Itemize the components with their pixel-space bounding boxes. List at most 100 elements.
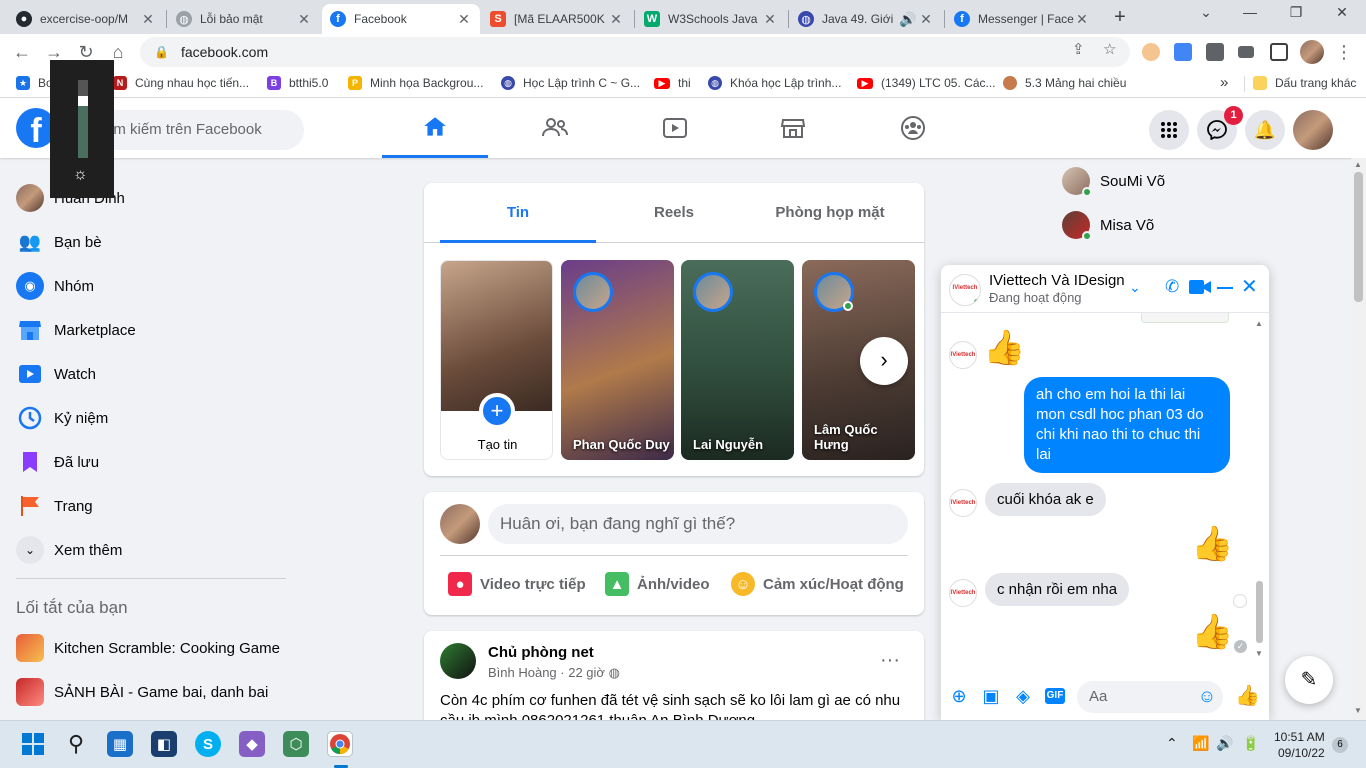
nav-home-tab[interactable] <box>382 98 488 158</box>
message-bubble-received[interactable]: cuối khóa ak e <box>985 483 1106 516</box>
sidebar-item-friends[interactable]: 👥 Bạn bè <box>8 220 298 264</box>
tab-reels[interactable]: Reels <box>596 183 752 243</box>
new-message-button[interactable]: ✎ <box>1285 656 1333 704</box>
story-card[interactable]: Lai Nguyễn <box>681 260 794 460</box>
close-window-button[interactable]: ✕ <box>1320 4 1364 21</box>
side-panel-icon[interactable] <box>1270 43 1288 61</box>
plus-circle-icon[interactable]: ⊕ <box>949 686 969 706</box>
extensions-puzzle-icon[interactable] <box>1206 43 1224 61</box>
scrollbar-thumb[interactable] <box>1354 172 1363 302</box>
new-tab-button[interactable]: + <box>1108 5 1132 29</box>
minimize-chat-icon[interactable] <box>1217 287 1233 289</box>
search-icon[interactable]: ⚲ <box>63 731 89 757</box>
add-story-icon[interactable]: + <box>479 393 515 429</box>
brightness-slider-handle[interactable] <box>78 96 88 106</box>
chat-header[interactable]: IViettech IViettech Và IDesign Đang hoạt… <box>941 265 1269 313</box>
lock-icon[interactable]: 🔒 <box>154 45 169 59</box>
post-time[interactable]: 22 giờ <box>568 665 605 680</box>
gif-icon[interactable]: GIF <box>1045 688 1065 704</box>
tab-stories[interactable]: Tin <box>440 183 596 243</box>
emoji-icon[interactable]: ☺ <box>1197 686 1217 706</box>
sidebar-item-saved[interactable]: Đã lưu <box>8 440 298 484</box>
windows-start-icon[interactable] <box>20 731 46 757</box>
bookmark-item[interactable]: N Cùng nhau học tiến... <box>113 76 249 90</box>
contact-item[interactable]: Misa Võ <box>1062 207 1154 243</box>
bookmark-item[interactable]: P Minh họa Backgrou... <box>348 76 483 90</box>
bookmarks-overflow-button[interactable]: » <box>1220 74 1228 91</box>
chat-scrollbar[interactable]: ▲ ▼ <box>1255 315 1265 659</box>
message-bubble-received[interactable]: c nhận rồi em nha <box>985 573 1130 606</box>
message-bubble-sent[interactable]: ah cho em hoi la thi lai mon csdl hoc ph… <box>1024 377 1230 473</box>
account-avatar[interactable] <box>1293 110 1333 150</box>
tab-search-icon[interactable]: ⌄ <box>1184 4 1228 21</box>
post-author[interactable]: Bình Hoàng <box>488 665 557 680</box>
share-icon[interactable]: ⇪ <box>1072 40 1085 58</box>
browser-tab[interactable]: ● excercise-oop/M ✕ <box>8 4 164 34</box>
sidebar-item-marketplace[interactable]: Marketplace <box>8 308 298 352</box>
feeling-activity-button[interactable]: ☺ Cảm xúc/Hoạt động <box>731 572 904 596</box>
close-chat-icon[interactable]: ✕ <box>1241 277 1258 297</box>
create-story-card[interactable]: + Tạo tin <box>440 260 553 460</box>
shortcut-item[interactable]: Kitchen Scramble: Cooking Game <box>8 626 298 670</box>
browser-tab-active[interactable]: f Facebook ✕ <box>322 4 480 34</box>
brightness-slider[interactable] <box>78 80 88 158</box>
close-icon[interactable]: ✕ <box>608 11 624 28</box>
close-icon[interactable]: ✕ <box>456 11 472 28</box>
netbeans-icon[interactable]: ◧ <box>151 731 177 757</box>
nav-marketplace-tab[interactable] <box>740 98 846 158</box>
live-video-button[interactable]: ● Video trực tiếp <box>448 572 586 596</box>
close-icon[interactable]: ✕ <box>762 11 778 28</box>
browser-tab[interactable]: f Messenger | Face ✕ <box>946 4 1098 34</box>
bookmark-item[interactable]: ◍ Khóa học Lập trình... <box>708 76 841 90</box>
bookmark-item[interactable]: ★ Bo <box>16 76 53 90</box>
stories-next-button[interactable]: › <box>860 337 908 385</box>
nav-groups-tab[interactable] <box>860 98 966 158</box>
sidebar-item-see-more[interactable]: ⌄ Xem thêm <box>8 528 298 572</box>
wifi-icon[interactable]: 📶 <box>1192 735 1209 752</box>
sidebar-item-groups[interactable]: ◉ Nhóm <box>8 264 298 308</box>
notification-badge[interactable]: 6 <box>1332 737 1348 753</box>
back-arrow-icon[interactable]: ← <box>10 40 34 64</box>
taskbar-clock[interactable]: 10:51 AM 09/10/22 <box>1274 729 1325 761</box>
bookmark-star-icon[interactable]: ☆ <box>1103 40 1116 58</box>
app-icon[interactable]: ⬡ <box>283 731 309 757</box>
composer-input[interactable]: Huân ơi, bạn đang nghĩ gì thế? <box>488 504 908 544</box>
skype-icon[interactable]: S <box>195 731 221 757</box>
bookmark-item[interactable]: ◍ Học Lập trình C ~ G... <box>501 76 640 90</box>
like-send-icon[interactable]: 👍 <box>1235 686 1260 706</box>
notifications-bell-icon[interactable]: 🔔 <box>1245 110 1285 150</box>
battery-icon[interactable]: 🔋 <box>1242 735 1259 752</box>
minimize-button[interactable]: — <box>1228 4 1272 20</box>
post-group-title[interactable]: Chủ phòng net <box>488 644 594 661</box>
visual-studio-icon[interactable]: ◆ <box>239 731 265 757</box>
close-icon[interactable]: ✕ <box>140 11 156 28</box>
phone-icon[interactable]: ✆ <box>1165 277 1179 297</box>
photo-video-button[interactable]: ▲ Ảnh/video <box>605 572 710 596</box>
chevron-down-icon[interactable]: ⌄ <box>1129 279 1141 296</box>
maximize-button[interactable]: ❐ <box>1274 4 1318 21</box>
page-scrollbar[interactable]: ▲ ▼ <box>1351 158 1366 720</box>
speaker-icon[interactable]: 🔊 <box>898 11 918 28</box>
nav-friends-tab[interactable] <box>502 98 608 158</box>
bookmark-item[interactable]: ▶ thi <box>654 76 691 90</box>
sidebar-item-watch[interactable]: Watch <box>8 352 298 396</box>
tab-rooms[interactable]: Phòng họp mặt <box>752 183 908 243</box>
avatar[interactable] <box>440 643 476 679</box>
bookmark-item[interactable]: 5.3 Mảng hai chiều <box>1003 76 1126 90</box>
contact-item[interactable]: SouMi Võ <box>1062 163 1165 199</box>
browser-tab[interactable]: W W3Schools Java ✕ <box>636 4 786 34</box>
close-icon[interactable]: ✕ <box>1074 11 1090 28</box>
profile-avatar[interactable] <box>1300 40 1324 64</box>
volume-icon[interactable]: 🔊 <box>1216 735 1233 752</box>
sidebar-item-pages[interactable]: Trang <box>8 484 298 528</box>
media-queue-icon[interactable] <box>1238 46 1254 58</box>
sidebar-item-memories[interactable]: Kỷ niệm <box>8 396 298 440</box>
browser-tab[interactable]: ◍ Lỗi bảo mật ✕ <box>168 4 320 34</box>
sticker-icon[interactable]: ◈ <box>1013 686 1033 706</box>
video-call-icon[interactable] <box>1189 280 1211 294</box>
bookmark-folder[interactable]: Dấu trang khác <box>1253 76 1356 90</box>
shortcut-item[interactable]: SẢNH BÀI - Game bai, danh bai <box>8 670 298 714</box>
translate-icon[interactable] <box>1174 43 1192 61</box>
close-icon[interactable]: ✕ <box>296 11 312 28</box>
chrome-icon[interactable] <box>327 731 353 757</box>
